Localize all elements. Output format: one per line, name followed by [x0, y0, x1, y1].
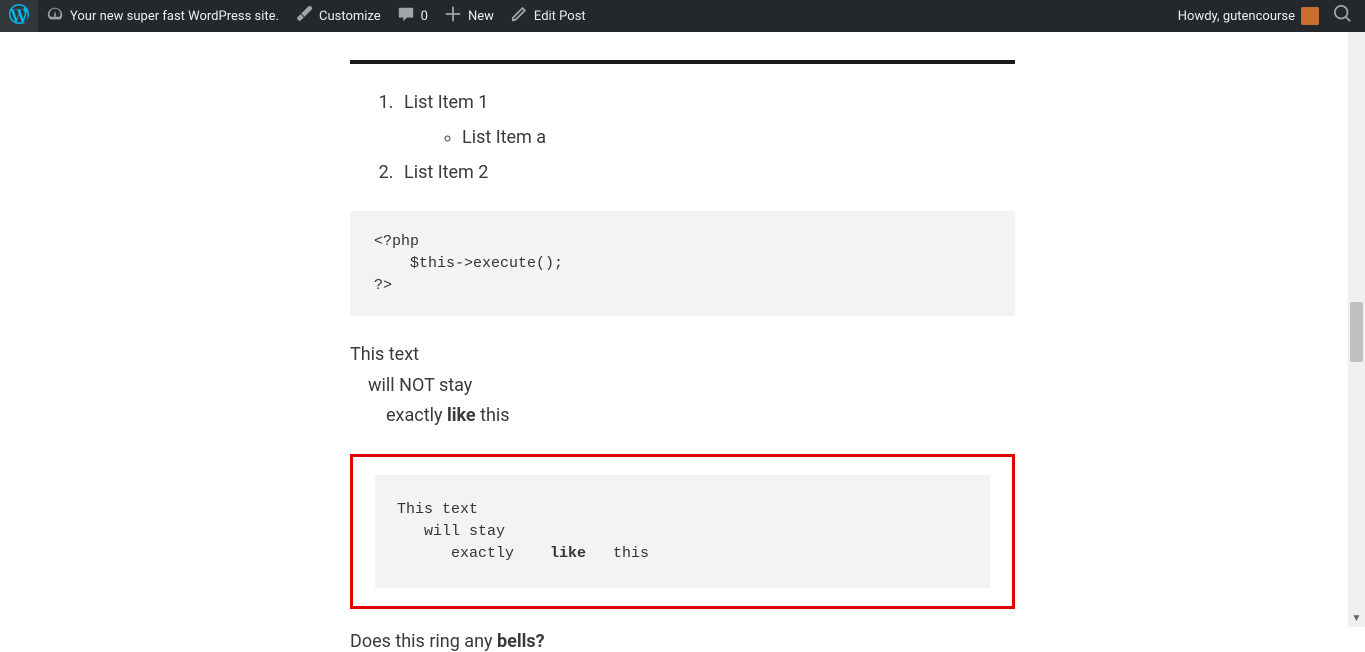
customize-menu[interactable]: Customize [287, 0, 389, 32]
post-content: List Item 1 List Item a List Item 2 <?ph… [350, 32, 1015, 652]
search-icon [1334, 5, 1352, 27]
comments-count: 0 [421, 9, 428, 24]
site-name-label: Your new super fast WordPress site. [70, 9, 279, 24]
preformatted-block: This text will stay exactly like this [375, 475, 990, 588]
annotation-highlight: This text will stay exactly like this [350, 454, 1015, 609]
edit-post-label: Edit Post [534, 9, 586, 24]
media-top-edge [350, 60, 1015, 64]
list-item-text: List Item a [462, 127, 546, 148]
site-name-menu[interactable]: Your new super fast WordPress site. [38, 0, 287, 32]
wp-admin-bar: Your new super fast WordPress site. Cust… [0, 0, 1365, 32]
wp-logo-menu[interactable] [0, 0, 38, 32]
list-item-text: List Item 1 [404, 92, 488, 113]
my-account-menu[interactable]: Howdy, gutencourse [1170, 0, 1327, 32]
text-line: exactly like this [350, 401, 1015, 432]
page-body: List Item 1 List Item a List Item 2 <?ph… [0, 0, 1365, 652]
admin-bar-left: Your new super fast WordPress site. Cust… [0, 0, 1170, 32]
scroll-down-button[interactable]: ▼ [1348, 610, 1365, 627]
admin-bar-right: Howdy, gutencourse [1170, 0, 1365, 32]
pencil-icon [510, 5, 528, 27]
closing-paragraph: Does this ring any bells? [350, 631, 1015, 652]
nested-unordered-list: List Item a [404, 127, 1015, 148]
customize-label: Customize [319, 9, 381, 24]
comments-menu[interactable]: 0 [389, 0, 436, 32]
user-avatar-icon [1301, 7, 1319, 25]
paragraph-block: This text will NOT stay exactly like thi… [350, 340, 1015, 432]
comment-icon [397, 5, 415, 27]
text-line: will NOT stay [350, 371, 1015, 402]
scroll-track[interactable] [1348, 17, 1365, 610]
list-item: List Item 1 List Item a [398, 92, 1015, 148]
wordpress-logo-icon [9, 4, 29, 28]
vertical-scrollbar: ▲ ▼ [1348, 0, 1365, 627]
scroll-thumb[interactable] [1350, 302, 1363, 362]
plus-icon [444, 5, 462, 27]
new-label: New [468, 9, 494, 24]
howdy-label: Howdy, gutencourse [1178, 9, 1295, 24]
new-content-menu[interactable]: New [436, 0, 502, 32]
code-block: <?php $this->execute(); ?> [350, 211, 1015, 316]
list-item-text: List Item 2 [404, 162, 488, 183]
list-item: List Item 2 [398, 162, 1015, 183]
text-line: This text [350, 340, 1015, 371]
edit-post-menu[interactable]: Edit Post [502, 0, 594, 32]
search-menu[interactable] [1327, 0, 1359, 32]
ordered-list: List Item 1 List Item a List Item 2 [350, 92, 1015, 183]
dashboard-icon [46, 5, 64, 27]
brush-icon [295, 5, 313, 27]
list-item: List Item a [462, 127, 1015, 148]
